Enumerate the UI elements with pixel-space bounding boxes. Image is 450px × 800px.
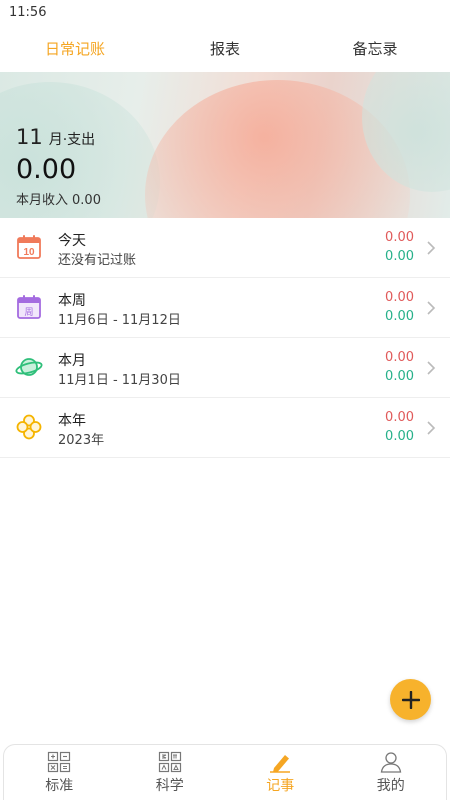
add-record-button[interactable]	[390, 679, 431, 720]
banner-month-number: 11	[16, 125, 43, 149]
monthly-income-value: 0.00	[72, 193, 101, 208]
row-expense: 0.00	[385, 290, 414, 305]
row-subtitle: 11月6日 - 11月12日	[58, 313, 181, 328]
tab-daily-bookkeeping[interactable]: 日常记账	[0, 26, 150, 72]
row-subtitle: 2023年	[58, 433, 105, 448]
user-icon	[380, 752, 402, 773]
calendar-10-icon: 10	[17, 235, 41, 259]
row-income: 0.00	[385, 249, 414, 264]
tab-reports[interactable]: 报表	[150, 26, 300, 72]
bottom-nav: 标准 科学 记事 我的	[3, 744, 447, 800]
row-title: 今天	[58, 233, 86, 249]
calendar-icon-day: 10	[23, 247, 35, 258]
summary-row-week[interactable]: 周 本周 11月6日 - 11月12日 0.00 0.00	[0, 278, 450, 338]
row-income: 0.00	[385, 309, 414, 324]
chevron-right-icon	[427, 301, 436, 315]
row-income: 0.00	[385, 369, 414, 384]
nav-item-scientific[interactable]: 科学	[115, 745, 226, 800]
banner-month: 11 月·支出	[16, 125, 95, 149]
nav-item-notes[interactable]: 记事	[225, 745, 336, 800]
row-title: 本周	[58, 293, 86, 309]
nav-item-standard[interactable]: 标准	[4, 745, 115, 800]
nav-label: 标准	[45, 778, 74, 794]
row-expense: 0.00	[385, 230, 414, 245]
nav-label: 科学	[155, 778, 184, 794]
row-subtitle: 还没有记过账	[58, 253, 137, 268]
status-time: 11:56	[9, 5, 47, 20]
status-bar: 11:56	[0, 0, 450, 26]
row-title: 本月	[58, 353, 86, 369]
calculator-scientific-icon	[158, 751, 181, 773]
monthly-expense-amount: 0.00	[16, 154, 77, 185]
row-expense: 0.00	[385, 410, 414, 425]
monthly-summary-banner: 11 月·支出 0.00 本月收入 0.00	[0, 72, 450, 218]
monthly-income-label: 本月收入	[16, 193, 69, 208]
top-tabs: 日常记账 报表 备忘录	[0, 26, 450, 72]
row-expense: 0.00	[385, 350, 414, 365]
planet-icon	[15, 358, 43, 376]
calendar-week-icon: 周	[17, 295, 41, 319]
calendar-week-glyph: 周	[24, 307, 33, 318]
plus-icon	[401, 690, 420, 709]
row-income: 0.00	[385, 429, 414, 444]
row-title: 本年	[58, 413, 86, 429]
tab-memo[interactable]: 备忘录	[300, 26, 450, 72]
nav-label: 记事	[266, 778, 295, 794]
nav-item-profile[interactable]: 我的	[336, 745, 447, 800]
row-subtitle: 11月1日 - 11月30日	[58, 373, 181, 388]
summary-list: 10 今天 还没有记过账 0.00 0.00 周 本周 11月6日 - 11月1…	[0, 218, 450, 458]
summary-row-month[interactable]: 本月 11月1日 - 11月30日 0.00 0.00	[0, 338, 450, 398]
clover-icon	[16, 414, 42, 440]
pencil-icon	[270, 755, 291, 773]
chevron-right-icon	[427, 241, 436, 255]
banner-month-suffix: 月·支出	[48, 132, 96, 148]
chevron-right-icon	[427, 421, 436, 435]
chevron-right-icon	[427, 361, 436, 375]
monthly-income: 本月收入 0.00	[16, 189, 101, 208]
calculator-standard-icon	[48, 751, 71, 773]
nav-label: 我的	[376, 778, 405, 794]
summary-row-today[interactable]: 10 今天 还没有记过账 0.00 0.00	[0, 218, 450, 278]
summary-row-year[interactable]: 本年 2023年 0.00 0.00	[0, 398, 450, 458]
